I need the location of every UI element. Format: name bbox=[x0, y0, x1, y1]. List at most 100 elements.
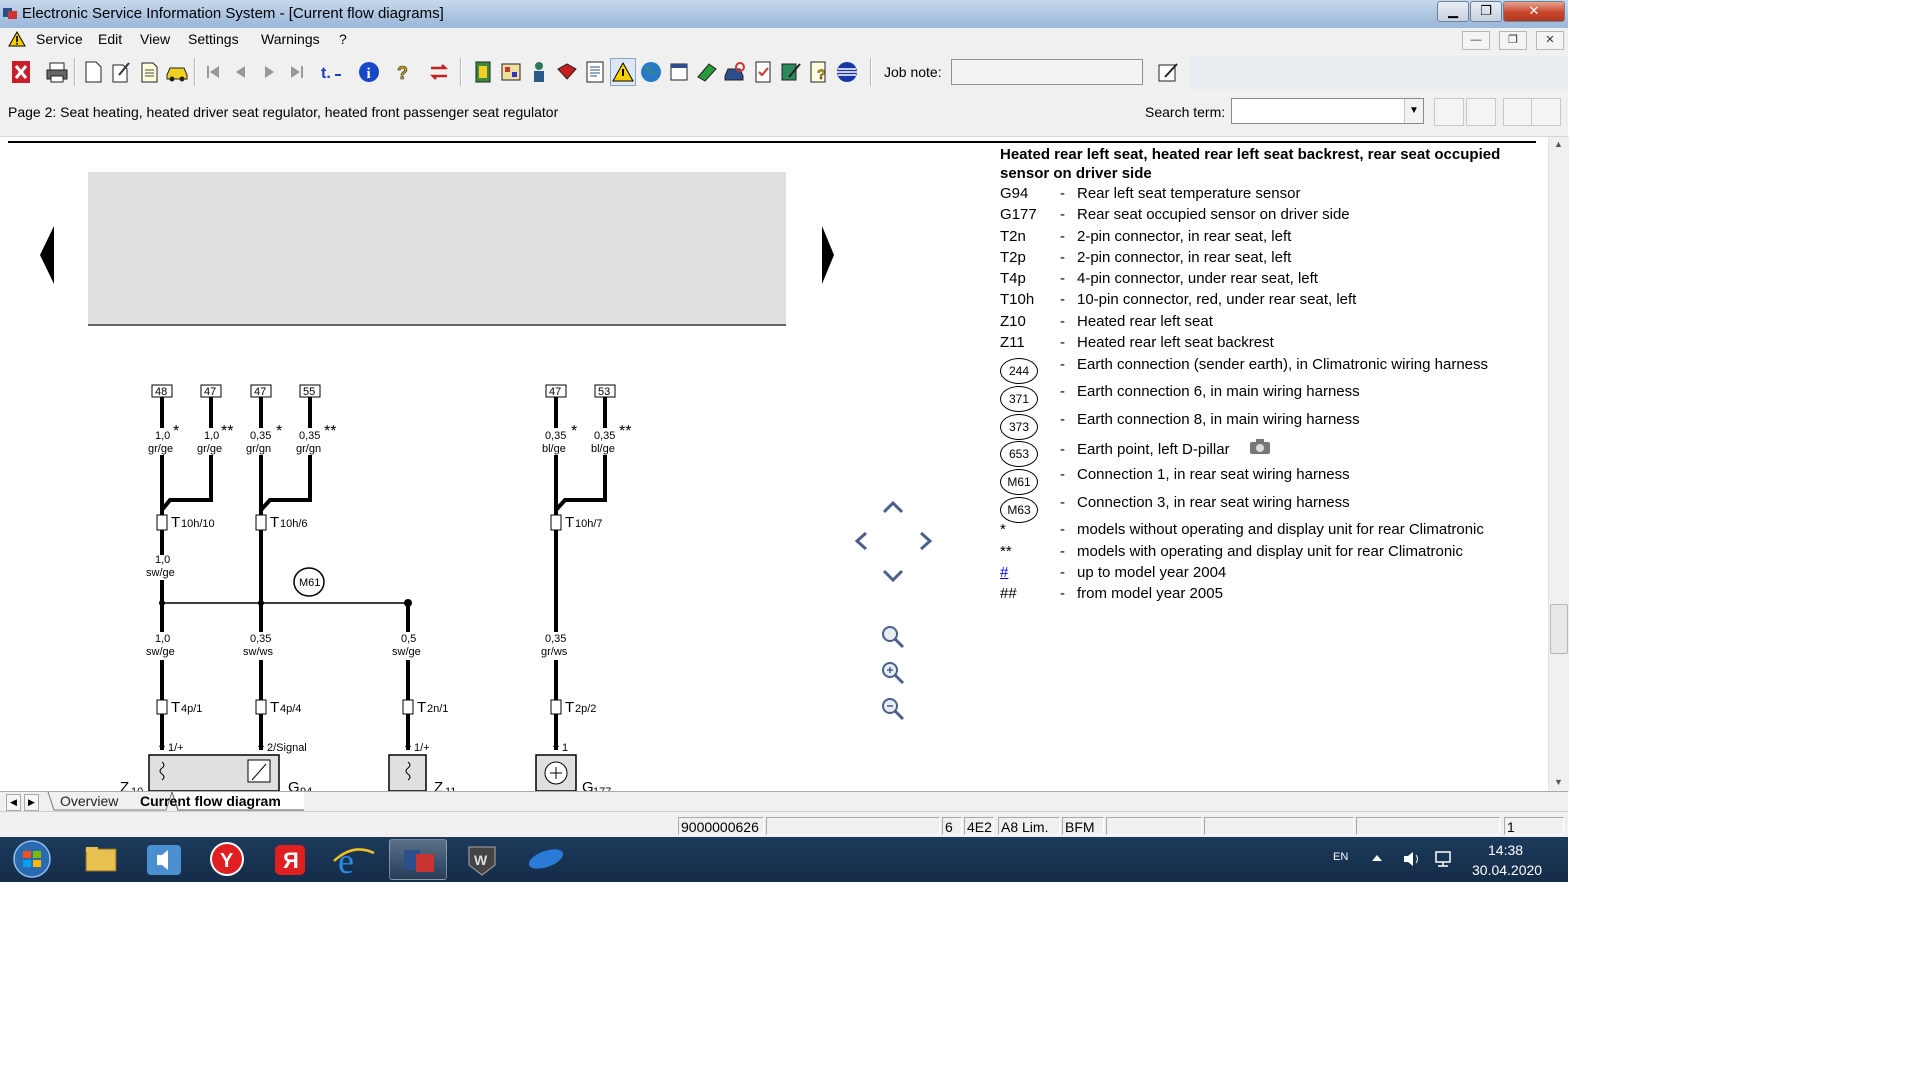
svg-text:2p/2: 2p/2 bbox=[575, 703, 596, 715]
legend-desc: Rear left seat temperature sensor bbox=[1077, 185, 1301, 202]
status-bar: 9000000626 6 4E2 A8 Lim. BFM 1 bbox=[0, 811, 1568, 838]
svg-text:sw/ge: sw/ge bbox=[146, 646, 175, 658]
legend-desc: 4-pin connector, under rear seat, left bbox=[1077, 270, 1318, 287]
pin-label: 1/+ bbox=[168, 742, 184, 754]
zoom-in-icon[interactable] bbox=[882, 662, 905, 685]
legend-code: Z10 bbox=[1000, 313, 1026, 330]
component-label: G94 bbox=[288, 779, 312, 791]
svg-text:53: 53 bbox=[598, 386, 610, 398]
legend-desc: models without operating and display uni… bbox=[1077, 521, 1484, 538]
speaker-icon[interactable] bbox=[1402, 849, 1422, 869]
scroll-up-icon[interactable] bbox=[882, 500, 904, 514]
scroll-down-icon[interactable] bbox=[882, 569, 904, 583]
vertical-scrollbar[interactable]: ▲ ▼ bbox=[1548, 137, 1569, 791]
volume-mixer-icon[interactable] bbox=[135, 839, 193, 880]
clock-time[interactable]: 14:38 bbox=[1488, 842, 1523, 858]
terminal-box: 47 bbox=[250, 384, 272, 398]
svg-text:*: * bbox=[276, 423, 282, 440]
world-of-tanks-icon[interactable]: W bbox=[453, 839, 511, 880]
tray-expand-icon[interactable] bbox=[1370, 851, 1384, 865]
svg-text:bl/ge: bl/ge bbox=[542, 443, 566, 455]
yandex-browser-icon[interactable]: Y bbox=[198, 839, 256, 880]
elsa-app-icon[interactable] bbox=[389, 839, 447, 880]
legend-desc: Heated rear left seat backrest bbox=[1077, 334, 1274, 351]
wire-label: 1,0 ** gr/ge bbox=[197, 423, 233, 455]
tab-current-flow-diagram[interactable]: Current flow diagram bbox=[140, 793, 281, 809]
status-cell: BFM bbox=[1062, 817, 1104, 835]
clock-date[interactable]: 30.04.2020 bbox=[1472, 862, 1542, 878]
tab-overview[interactable]: Overview bbox=[60, 793, 118, 809]
svg-text:10h/10: 10h/10 bbox=[181, 518, 215, 530]
camera-icon[interactable] bbox=[1249, 438, 1271, 455]
pin-label: 1/+ bbox=[414, 742, 430, 754]
scroll-up-arrow-icon[interactable]: ▲ bbox=[1554, 139, 1563, 149]
legend-link[interactable]: # bbox=[1000, 564, 1008, 581]
status-cell bbox=[1356, 817, 1500, 835]
legend-code: G177 bbox=[1000, 206, 1037, 223]
language-indicator[interactable]: EN bbox=[1333, 851, 1348, 863]
app-icon[interactable] bbox=[517, 839, 575, 880]
svg-text:Z: Z bbox=[120, 779, 129, 791]
connector-label: T 10h/10 bbox=[156, 514, 215, 531]
scrollbar-thumb[interactable] bbox=[1550, 604, 1568, 654]
tab-scroll-right-icon[interactable]: ▶ bbox=[24, 794, 39, 811]
svg-text:M61: M61 bbox=[299, 577, 320, 589]
svg-text:10h/7: 10h/7 bbox=[575, 518, 603, 530]
svg-text:sw/ge: sw/ge bbox=[146, 567, 175, 579]
connection-symbol: M63 bbox=[1000, 497, 1038, 523]
svg-text:gr/ge: gr/ge bbox=[148, 443, 173, 455]
svg-text:47: 47 bbox=[204, 386, 216, 398]
svg-text:T: T bbox=[270, 699, 279, 716]
legend-desc: up to model year 2004 bbox=[1077, 564, 1227, 581]
connection-symbol: 373 bbox=[1000, 414, 1038, 440]
zoom-out-icon[interactable] bbox=[882, 698, 905, 721]
connector-label: T 10h/6 bbox=[255, 514, 308, 531]
legend-code: G94 bbox=[1000, 185, 1029, 202]
svg-text:T: T bbox=[171, 514, 180, 531]
connection-symbol: M61 bbox=[1000, 469, 1038, 495]
svg-text:sw/ws: sw/ws bbox=[243, 646, 273, 658]
wire-label: 0,35sw/ws bbox=[243, 633, 273, 658]
component-label: Z11 bbox=[434, 779, 456, 791]
status-cell bbox=[1106, 817, 1202, 835]
svg-text:e: e bbox=[338, 841, 354, 880]
scroll-left-icon[interactable] bbox=[854, 531, 867, 551]
svg-text:G: G bbox=[582, 779, 594, 791]
svg-text:gr/ge: gr/ge bbox=[197, 443, 222, 455]
svg-text:gr/gn: gr/gn bbox=[296, 443, 321, 455]
status-cell: 1 bbox=[1504, 817, 1564, 835]
svg-text:bl/ge: bl/ge bbox=[591, 443, 615, 455]
svg-text:**: ** bbox=[324, 423, 336, 440]
legend-code: T2n bbox=[1000, 228, 1026, 245]
yandex-icon[interactable]: Я bbox=[261, 839, 319, 880]
wire-label: 0,5sw/ge bbox=[392, 633, 421, 658]
status-cell: 6 bbox=[942, 817, 962, 835]
connection-symbol: 653 bbox=[1000, 441, 1038, 467]
status-cell: 9000000626 bbox=[678, 817, 764, 835]
svg-text:0,35: 0,35 bbox=[299, 430, 320, 442]
svg-text:Y: Y bbox=[220, 850, 234, 872]
scroll-right-icon[interactable] bbox=[920, 531, 933, 551]
svg-text:T: T bbox=[565, 699, 574, 716]
svg-text:T: T bbox=[565, 514, 574, 531]
connector-label: T 4p/1 bbox=[156, 699, 202, 716]
component-label: G177 bbox=[582, 779, 611, 791]
tab-scroll-left-icon[interactable]: ◀ bbox=[6, 794, 21, 811]
start-button-icon[interactable] bbox=[10, 839, 54, 880]
svg-text:0,35: 0,35 bbox=[594, 430, 615, 442]
terminal-box: 53 bbox=[594, 384, 616, 398]
zoom-icon[interactable] bbox=[882, 626, 905, 649]
connector-label: T 2n/1 bbox=[402, 699, 448, 716]
internet-explorer-icon[interactable]: e bbox=[324, 839, 382, 881]
svg-text:55: 55 bbox=[303, 386, 315, 398]
scroll-down-arrow-icon[interactable]: ▼ bbox=[1554, 777, 1563, 787]
network-icon[interactable] bbox=[1432, 849, 1454, 869]
svg-text:gr/gn: gr/gn bbox=[246, 443, 271, 455]
svg-text:47: 47 bbox=[254, 386, 266, 398]
svg-text:1,0: 1,0 bbox=[155, 554, 170, 566]
junction-m61: M61 bbox=[293, 567, 325, 597]
explorer-icon[interactable] bbox=[72, 839, 130, 880]
connector-label: T 10h/7 bbox=[550, 514, 603, 531]
legend-code: ## bbox=[1000, 585, 1017, 602]
svg-text:T: T bbox=[171, 699, 180, 716]
